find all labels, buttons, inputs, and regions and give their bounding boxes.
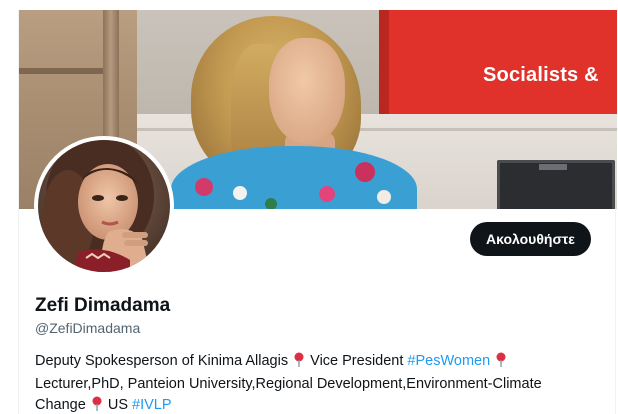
avatar-photo — [38, 140, 170, 272]
bio-text: US — [107, 397, 129, 413]
bio-text: Deputy Spokesperson of Kinima Allagis — [35, 353, 289, 369]
profile-bio: Deputy Spokesperson of Kinima Allagis Vi… — [35, 351, 595, 414]
banner-person-face — [269, 38, 345, 144]
dress-flower — [195, 178, 213, 196]
banner-shelf — [19, 68, 103, 74]
round-pushpin-icon — [495, 352, 507, 374]
hashtag-link[interactable]: #PesWomen — [407, 353, 490, 369]
dress-flower — [265, 198, 277, 209]
profile-handle: @ZefiDimadama — [35, 320, 141, 336]
profile-avatar[interactable] — [34, 136, 174, 276]
bio-text: Vice President — [310, 353, 404, 369]
follow-button[interactable]: Ακολουθήστε — [470, 222, 591, 256]
hashtag-link[interactable]: #IVLP — [132, 397, 172, 413]
banner-sign — [381, 10, 617, 114]
banner-sign-text: Socialists & — [483, 64, 599, 86]
profile-display-name: Zefi Dimadama — [35, 295, 171, 316]
dress-flower — [319, 186, 335, 202]
dress-flower — [377, 190, 391, 204]
dress-flower — [355, 162, 375, 182]
round-pushpin-icon — [293, 352, 305, 374]
banner-monitor-logo — [539, 164, 567, 170]
dress-flower — [233, 186, 247, 200]
profile-card: Socialists & Ακολουθήστε Zefi Dimadama @… — [18, 10, 617, 414]
round-pushpin-icon — [91, 396, 103, 414]
banner-sign-edge — [379, 10, 389, 114]
